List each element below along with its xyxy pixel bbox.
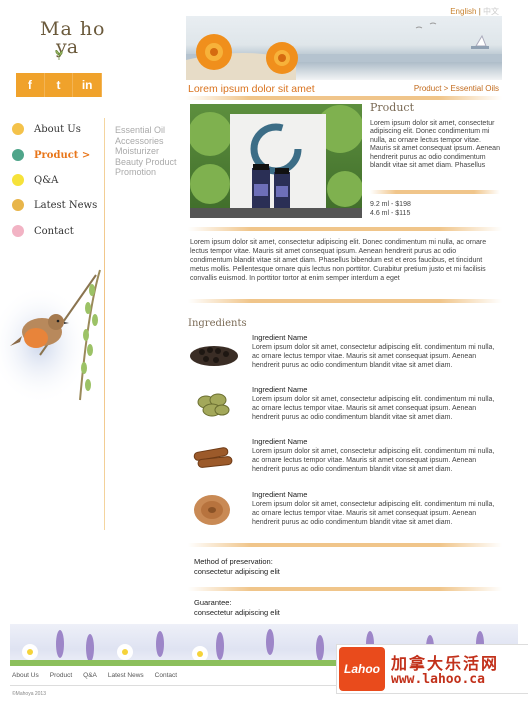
watermark-url: www.lahoo.ca <box>391 672 485 687</box>
ingredient-name: Ingredient Name <box>252 385 308 394</box>
instagram-icon[interactable]: in <box>73 73 103 97</box>
ingredient-text: Lorem ipsum dolor sit amet, consectetur … <box>252 396 495 421</box>
footer-link-product[interactable]: Product <box>50 672 72 679</box>
divider <box>188 227 502 231</box>
social-bar: f t in <box>16 73 103 97</box>
nav-label: Product > <box>34 149 91 161</box>
divider <box>186 96 502 100</box>
watermark-logo: Lahoo <box>339 647 385 691</box>
nav-about-us[interactable]: About Us <box>12 120 107 138</box>
guarantee-value: consectetur adipiscing elit <box>194 608 280 617</box>
page-title: Lorem ipsum dolor sit amet <box>188 83 315 95</box>
ingredient-text: Lorem ipsum dolor sit amet, consectetur … <box>252 448 495 473</box>
nav-label: Latest News <box>34 199 98 211</box>
subnav-moisturizer[interactable]: Moisturizer <box>115 146 159 157</box>
lang-separator: | <box>478 7 481 16</box>
breadcrumb[interactable]: Product > Essential Oils <box>414 84 499 93</box>
preservation-block: Method of preservation: consectetur adip… <box>194 557 280 577</box>
nav-contact[interactable]: Contact <box>12 222 107 240</box>
nav-label: Contact <box>34 225 74 237</box>
footer-nav: About Us Product Q&A Latest News Contact <box>12 672 177 679</box>
nav-label: About Us <box>34 123 81 135</box>
nav-dot-icon <box>12 174 24 186</box>
preservation-label: Method of preservation: <box>194 557 273 566</box>
footer-link-contact[interactable]: Contact <box>155 672 177 679</box>
ingredients-heading: Ingredients <box>188 318 247 329</box>
product-photo <box>190 104 362 218</box>
product-long-description: Lorem ipsum dolor sit amet, consectetur … <box>190 239 487 282</box>
ingredient-name: Ingredient Name <box>252 490 308 499</box>
language-switcher: English | 中文 <box>450 6 499 17</box>
cinnamon-image <box>193 447 233 468</box>
nav-dot-icon <box>12 123 24 135</box>
guarantee-label: Guarantee: <box>194 598 232 607</box>
ingredient-name: Ingredient Name <box>252 437 308 446</box>
brand-logo[interactable]: Ma ho ya <box>36 14 106 64</box>
subnav-accessories[interactable]: Accessories <box>115 136 164 147</box>
ingredient-text: Lorem ipsum dolor sit amet, consectetur … <box>252 344 495 369</box>
price-list: 9.2 ml - $198 4.6 ml - $115 <box>370 200 411 218</box>
product-heading: Product <box>370 101 414 114</box>
nav-latest-news[interactable]: Latest News <box>12 196 107 214</box>
nav-dot-icon <box>12 225 24 237</box>
twitter-icon[interactable]: t <box>45 73 74 97</box>
divider <box>188 299 502 303</box>
nav-dot-icon <box>12 149 24 161</box>
subnav-essential-oil[interactable]: Essential Oil <box>115 125 165 136</box>
divider <box>188 587 502 591</box>
lang-english[interactable]: English <box>450 7 476 16</box>
price-item: 9.2 ml - $198 <box>370 201 411 208</box>
guarantee-block: Guarantee: consectetur adipiscing elit <box>194 598 280 618</box>
herb-image <box>197 393 230 417</box>
watermark-chinese-text: 加拿大乐活网 <box>391 656 500 673</box>
header-banner <box>186 16 502 80</box>
subnav-promotion[interactable]: Promotion <box>115 167 156 178</box>
product-description: Lorem ipsum dolor sit amet, consectetur … <box>370 120 500 170</box>
preservation-value: consectetur adipiscing elit <box>194 567 280 576</box>
footer-link-qa[interactable]: Q&A <box>83 672 97 679</box>
nav-label: Q&A <box>34 174 59 186</box>
nav-product[interactable]: Product > <box>12 146 107 164</box>
footer-link-latest-news[interactable]: Latest News <box>108 672 144 679</box>
ingredient-name: Ingredient Name <box>252 333 308 342</box>
ingredient-text: Lorem ipsum dolor sit amet, consectetur … <box>252 501 495 526</box>
lang-chinese[interactable]: 中文 <box>483 7 499 16</box>
footer-link-about-us[interactable]: About Us <box>12 672 39 679</box>
nav-dot-icon <box>12 199 24 211</box>
wood-slice-image <box>194 495 230 525</box>
price-item: 4.6 ml - $115 <box>370 210 411 217</box>
bird-illustration <box>0 269 101 405</box>
peppercorn-image <box>190 346 238 366</box>
divider <box>188 543 502 547</box>
divider <box>370 190 500 194</box>
sidebar-divider <box>104 118 105 530</box>
site-watermark: Lahoo 加拿大乐活网 www.lahoo.ca <box>336 644 528 694</box>
facebook-icon[interactable]: f <box>16 73 45 97</box>
copyright: ©Mahoya 2013 <box>12 691 46 697</box>
nav-qa[interactable]: Q&A <box>12 171 107 189</box>
leaf-icon <box>55 50 63 60</box>
subnav-beauty-product[interactable]: Beauty Product <box>115 157 177 168</box>
